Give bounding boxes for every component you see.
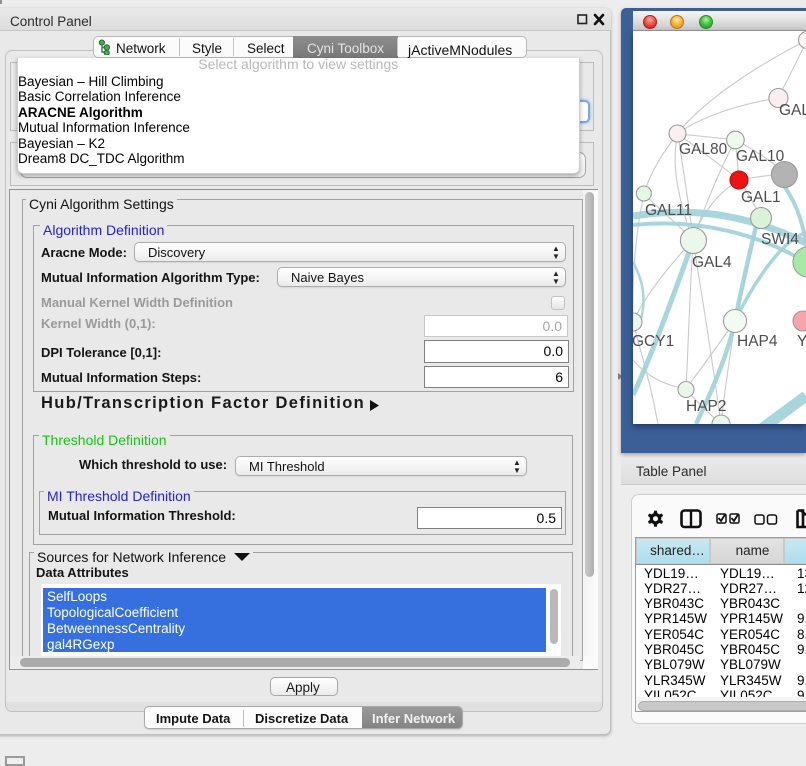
svg-text:SWI4: SWI4: [761, 231, 799, 248]
svg-text:GAL: GAL: [779, 102, 806, 119]
svg-text:GAL10: GAL10: [736, 148, 785, 165]
svg-text:GAL1: GAL1: [741, 189, 781, 206]
svg-text:HAP2: HAP2: [686, 398, 727, 415]
svg-text:GCY1: GCY1: [633, 333, 674, 350]
svg-text:Y: Y: [797, 333, 806, 350]
svg-text:GAL4: GAL4: [692, 254, 732, 271]
svg-text:HAP4: HAP4: [737, 333, 778, 350]
svg-text:GAL80: GAL80: [679, 141, 728, 158]
svg-text:GAL11: GAL11: [645, 202, 692, 219]
